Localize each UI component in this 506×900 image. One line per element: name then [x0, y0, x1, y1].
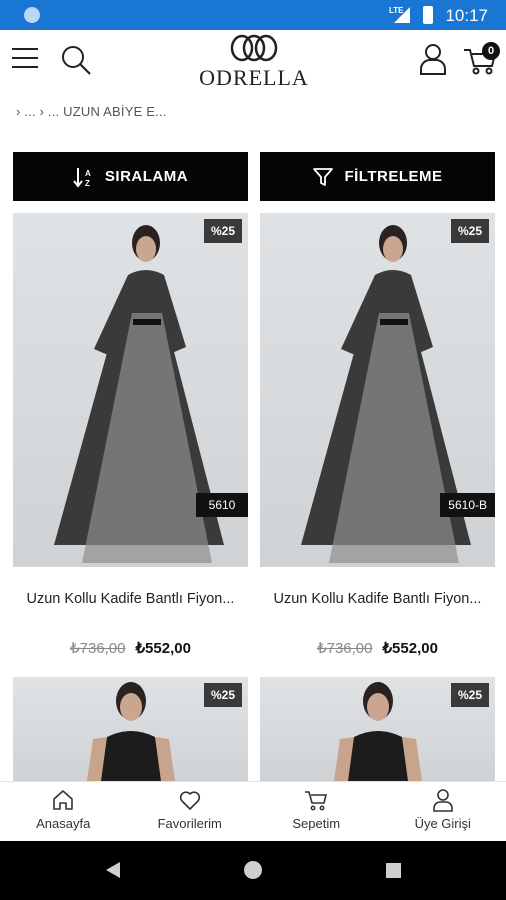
product-title[interactable]: Uzun Kollu Kadife Bantlı Fiyon... — [260, 591, 495, 607]
product-price: ₺736,00 ₺552,00 — [13, 639, 248, 657]
sort-az-icon: A Z — [73, 167, 91, 188]
svg-text:Z: Z — [85, 179, 90, 188]
discount-badge: %25 — [203, 219, 242, 243]
user-icon — [432, 789, 453, 812]
heart-icon — [179, 791, 200, 810]
logo-text: ODRELLA — [199, 65, 309, 90]
home-icon — [53, 790, 74, 810]
back-icon[interactable] — [105, 861, 121, 879]
product-image[interactable]: %25 5610-B — [260, 213, 495, 567]
account-icon[interactable] — [418, 42, 448, 76]
tab-login-label: Üye Girişi — [414, 816, 471, 831]
recent-apps-icon[interactable] — [386, 863, 401, 878]
tab-login[interactable]: Üye Girişi — [380, 782, 506, 841]
cart-icon — [305, 791, 328, 811]
home-circle-icon[interactable] — [244, 861, 262, 879]
product-card[interactable]: %25 — [13, 677, 248, 781]
battery-icon — [423, 6, 433, 24]
tab-favorites[interactable]: Favorilerim — [127, 782, 254, 841]
product-image[interactable]: %25 — [13, 677, 248, 781]
filter-funnel-icon — [313, 167, 334, 186]
svg-text:A: A — [85, 169, 91, 178]
product-code: 5610 — [196, 493, 248, 517]
current-price: ₺552,00 — [135, 640, 191, 657]
bottom-tab-bar: Anasayfa Favorilerim Sepetim Üye Girişi — [0, 781, 506, 841]
sort-button[interactable]: A Z SIRALAMA — [13, 152, 248, 201]
product-card[interactable]: %25 5610-B Uzun Kollu Kadife Bantlı Fiyo… — [260, 213, 495, 663]
system-nav-bar — [0, 841, 506, 900]
discount-badge: %25 — [450, 219, 489, 243]
old-price: ₺736,00 — [317, 640, 373, 657]
brand-logo[interactable]: ODRELLA — [188, 34, 320, 90]
tab-favorites-label: Favorilerim — [157, 816, 222, 831]
product-price: ₺736,00 ₺552,00 — [260, 639, 495, 657]
status-bar: LTE 10:17 — [0, 0, 506, 30]
discount-badge: %25 — [203, 683, 242, 707]
network-type: LTE — [389, 6, 404, 15]
tab-cart-label: Sepetim — [292, 816, 341, 831]
cart-count-badge: 0 — [482, 42, 500, 60]
app-header: ODRELLA 0 — [0, 30, 506, 94]
old-price: ₺736,00 — [70, 640, 126, 657]
product-image[interactable]: %25 5610 — [13, 213, 248, 567]
filter-button[interactable]: FİLTRELEME — [260, 152, 495, 201]
logo-rings-icon — [230, 34, 278, 62]
discount-badge: %25 — [450, 683, 489, 707]
tab-cart[interactable]: Sepetim — [253, 782, 380, 841]
sort-label: SIRALAMA — [104, 168, 189, 185]
filter-label: FİLTRELEME — [344, 168, 443, 185]
current-price: ₺552,00 — [382, 640, 438, 657]
search-icon[interactable] — [60, 44, 92, 76]
product-image[interactable]: %25 — [260, 677, 495, 781]
product-title[interactable]: Uzun Kollu Kadife Bantlı Fiyon... — [13, 591, 248, 607]
product-code: 5610-B — [440, 493, 495, 517]
tab-home[interactable]: Anasayfa — [0, 782, 127, 841]
tab-home-label: Anasayfa — [36, 816, 91, 831]
notification-dot-icon — [24, 7, 40, 23]
breadcrumb[interactable]: › ... › ... UZUN ABİYE E... — [16, 104, 167, 119]
product-card[interactable]: %25 5610 Uzun Kollu Kadife Bantlı Fiyon.… — [13, 213, 248, 663]
product-card[interactable]: %25 — [260, 677, 495, 781]
status-time: 10:17 — [445, 6, 488, 25]
hamburger-menu-icon[interactable] — [12, 48, 38, 70]
